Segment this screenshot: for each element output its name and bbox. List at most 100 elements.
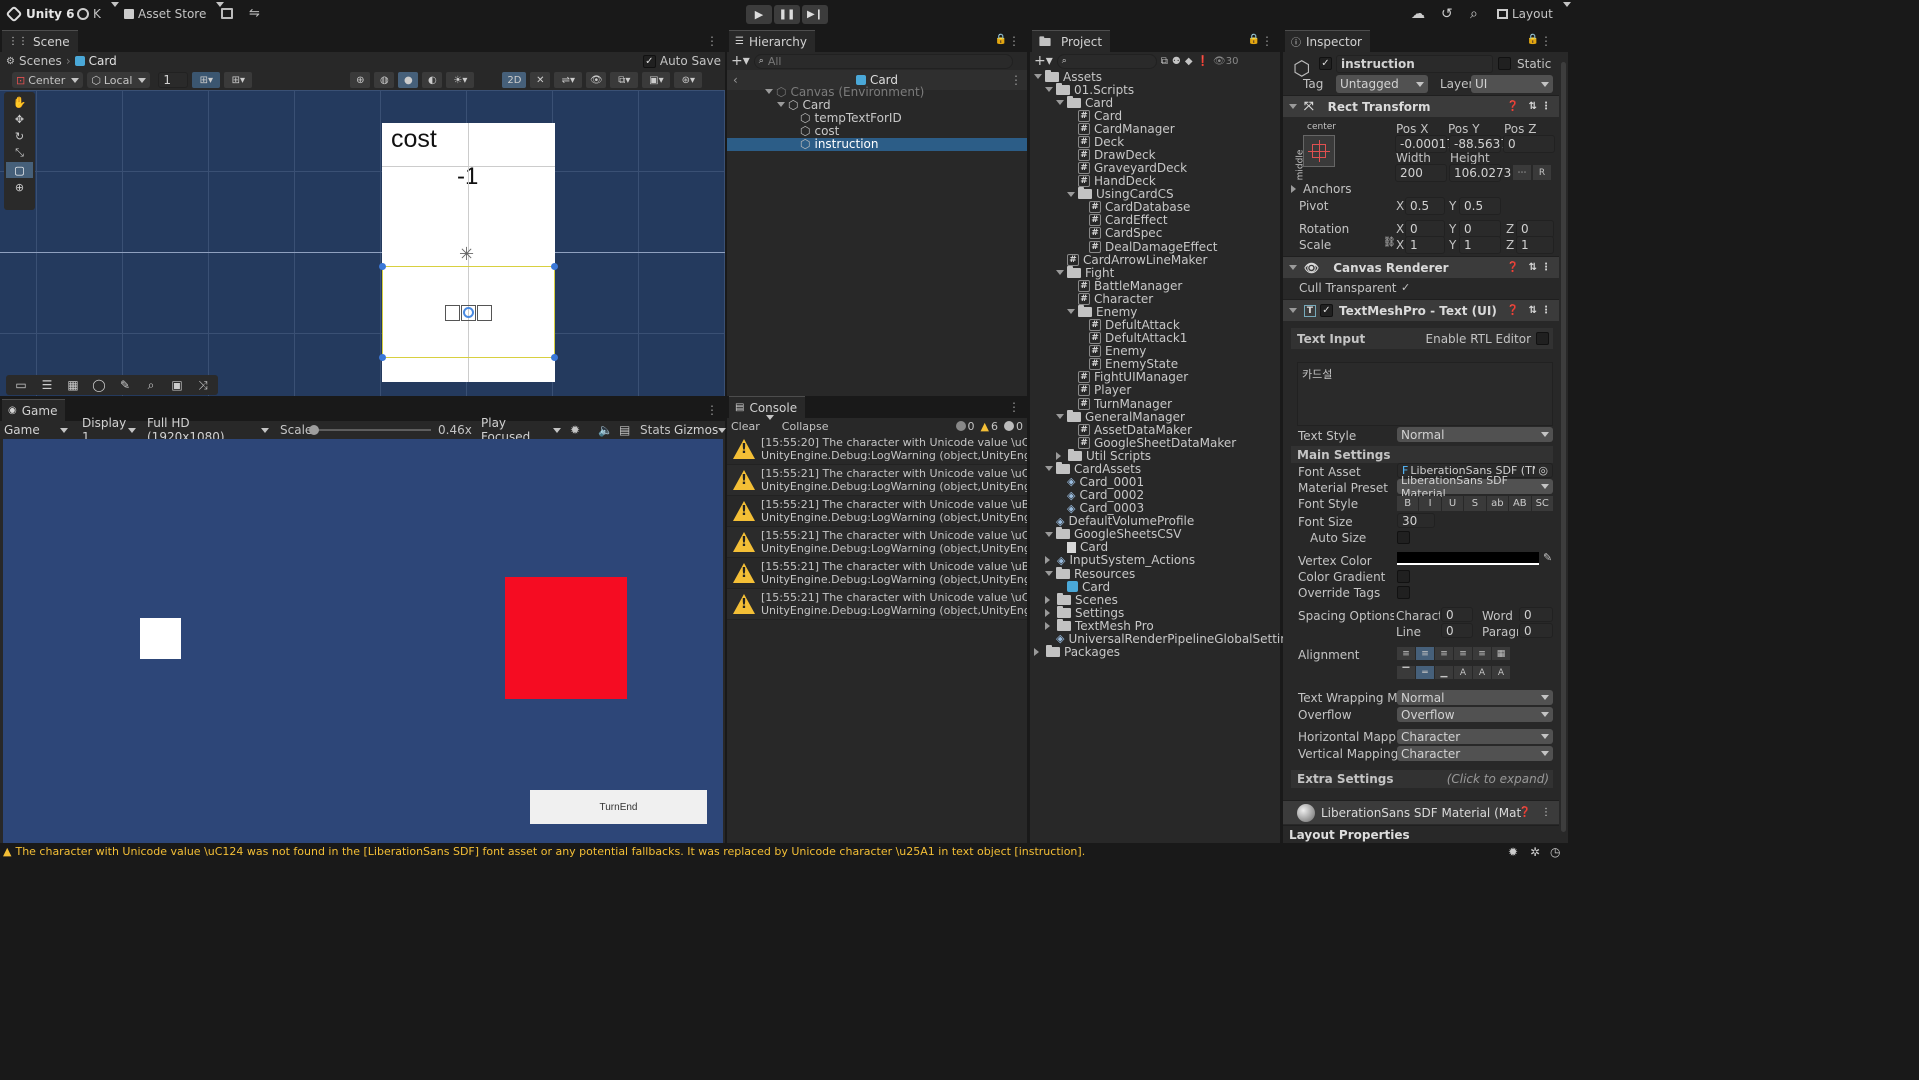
debug-icon[interactable]: ✹ (1508, 845, 1518, 859)
expand-arrow-icon[interactable] (1045, 87, 1053, 96)
tab-scene[interactable]: ⋮⋮ Scene (2, 30, 78, 52)
grid-size-input[interactable]: 1 (158, 72, 189, 88)
turn-end-button[interactable]: TurnEnd (530, 790, 707, 824)
hierarchy-search-input[interactable]: ⌕ All (753, 53, 1013, 69)
word-spacing-input[interactable]: 0 (1519, 607, 1553, 622)
more-options-icon[interactable]: ⋮ (1008, 34, 1020, 48)
project-item[interactable]: Card (1056, 580, 1110, 594)
zoom-icon[interactable]: ⌕ (140, 378, 162, 393)
expand-arrow-icon[interactable] (1056, 414, 1064, 423)
overflow-dropdown[interactable]: Overflow (1397, 707, 1553, 722)
scale-x-input[interactable]: 1 (1405, 236, 1445, 254)
blueprint-mode-button[interactable]: ⋯ (1513, 165, 1531, 180)
font-style-button[interactable]: S (1464, 496, 1486, 511)
project-item[interactable]: Enemy (1067, 304, 1137, 319)
play-button[interactable]: ▶ (746, 5, 772, 24)
project-item[interactable]: ◈ UniversalRenderPipelineGlobalSettings (1045, 632, 1302, 646)
visibility-button[interactable]: 👁 (586, 72, 607, 88)
scale-slider-thumb[interactable] (309, 425, 319, 435)
project-item[interactable]: # CardSpec (1078, 226, 1162, 240)
draw-mode-button[interactable]: ⊕ (350, 72, 371, 88)
tmp-enabled-checkbox[interactable]: ✓ (1320, 304, 1333, 317)
project-item[interactable]: Card (1056, 95, 1113, 110)
raw-edit-button[interactable]: R (1533, 165, 1551, 180)
project-item[interactable]: Card (1056, 540, 1108, 554)
cull-transparent-check-icon[interactable]: ✓ (1401, 281, 1410, 294)
eyedropper-icon[interactable]: ✎ (1543, 551, 1552, 564)
grid-snap-button[interactable]: ⊞▾ (192, 72, 221, 88)
auto-save-checkbox[interactable]: ✓ (642, 54, 656, 68)
project-item[interactable]: # CardArrowLineMaker (1056, 253, 1207, 267)
expand-arrow-icon[interactable] (1034, 74, 1042, 83)
project-item[interactable]: # GraveyardDeck (1067, 161, 1187, 175)
game-viewport[interactable]: TurnEnd (3, 439, 723, 843)
align-flush-icon[interactable]: ≡ (1473, 647, 1491, 660)
width-input[interactable]: 200 (1395, 164, 1447, 182)
project-item[interactable]: # HandDeck (1067, 174, 1156, 188)
label-filter-icon[interactable]: ◆ (1185, 56, 1193, 67)
align-right-icon[interactable]: ≡ (1435, 647, 1453, 660)
breadcrumb-scenes[interactable]: Scenes (19, 54, 62, 68)
align-midline-icon[interactable]: A (1473, 666, 1491, 679)
font-style-button[interactable]: AB (1509, 496, 1531, 511)
preset-icon[interactable]: ⇅ (1529, 262, 1537, 273)
project-item[interactable]: # DefultAttack (1078, 318, 1180, 332)
project-item[interactable]: Settings (1045, 605, 1124, 620)
anchors-foldout[interactable]: Anchors (1291, 182, 1352, 196)
project-item[interactable]: # Enemy (1078, 344, 1146, 358)
ui-layout-icon[interactable]: ☰ (36, 378, 58, 392)
align-center-icon[interactable]: ≡ (1416, 647, 1434, 660)
vertex-color-swatch[interactable] (1397, 552, 1539, 565)
material-header[interactable]: LiberationSans SDF Material (Materia ❓ ⋮ (1283, 800, 1559, 824)
more-options-icon[interactable]: ⋮ (1008, 400, 1020, 414)
pivot-x-input[interactable]: 0.5 (1405, 197, 1445, 215)
project-item[interactable]: ◈ DefaultVolumeProfile (1045, 514, 1194, 528)
layer-dropdown[interactable]: UI (1471, 75, 1553, 93)
warning-counter[interactable]: ▲ 6 (981, 420, 998, 433)
expand-arrow-icon[interactable] (1056, 100, 1064, 109)
height-input[interactable]: 106.0273 (1449, 164, 1511, 182)
project-item[interactable]: TextMesh Pro (1045, 618, 1154, 633)
vertical-mapping-dropdown[interactable]: Character (1397, 746, 1553, 761)
align-bottom-icon[interactable]: ▁ (1435, 666, 1453, 679)
effects-button[interactable]: ⇌▾ (554, 72, 583, 88)
tag-dropdown[interactable]: Untagged (1336, 75, 1428, 93)
lock-icon[interactable]: 🔒 (1527, 34, 1539, 45)
lighting-icon[interactable]: ✲ (1530, 845, 1540, 859)
font-size-input[interactable]: 30 (1397, 513, 1435, 528)
version-control-icon[interactable]: ⇋ (249, 6, 260, 21)
inspector-scrollbar[interactable] (1559, 52, 1568, 843)
expand-arrow-icon[interactable] (1067, 191, 1075, 201)
scale-slider[interactable] (309, 425, 431, 435)
project-item[interactable]: # TurnManager (1067, 397, 1172, 411)
enable-rtl-checkbox[interactable] (1536, 332, 1549, 345)
help-icon[interactable]: ❓ (1507, 262, 1519, 273)
text-input-area[interactable]: 카드설 (1297, 362, 1553, 426)
project-item[interactable]: Util Scripts (1056, 448, 1151, 463)
font-style-button[interactable]: U (1441, 496, 1464, 511)
project-item[interactable]: Fight (1056, 265, 1114, 280)
hierarchy-item[interactable]: ⬡ instruction (727, 137, 1027, 151)
rect-handle-br[interactable] (551, 354, 558, 361)
project-item[interactable]: # FightUIManager (1067, 370, 1188, 384)
scale-y-input[interactable]: 1 (1459, 236, 1501, 254)
layout-properties-bar[interactable]: Layout Properties (1283, 825, 1559, 843)
shuffle-icon[interactable]: ⤨ (192, 378, 214, 393)
wireframe-button[interactable]: ◍ (374, 72, 395, 88)
text-style-dropdown[interactable]: Normal (1397, 427, 1553, 442)
hand-tool-icon[interactable]: ✋ (6, 94, 33, 110)
component-menu-icon[interactable]: ⋮ (1541, 305, 1551, 316)
orbit-icon[interactable]: ◯ (88, 378, 110, 392)
expand-arrow-icon[interactable] (1045, 556, 1054, 565)
project-item[interactable]: 01.Scripts (1045, 82, 1134, 97)
expand-arrow-icon[interactable] (777, 102, 785, 111)
auto-save-toggle[interactable]: ✓ Auto Save (642, 54, 721, 68)
pause-button[interactable]: ❚❚ (774, 5, 800, 24)
expand-arrow-icon[interactable] (765, 89, 773, 98)
rect-transform-header[interactable]: ⤧ Rect Transform ❓ ⇅ ⋮ (1283, 95, 1559, 117)
project-item[interactable]: # DefultAttack1 (1078, 331, 1187, 345)
tab-inspector[interactable]: ⓘ Inspector (1285, 30, 1370, 52)
pos-z-input[interactable]: 0 (1503, 135, 1555, 153)
play-mode-dropdown[interactable]: Play Focused (477, 416, 565, 444)
font-style-button[interactable]: I (1419, 496, 1441, 511)
